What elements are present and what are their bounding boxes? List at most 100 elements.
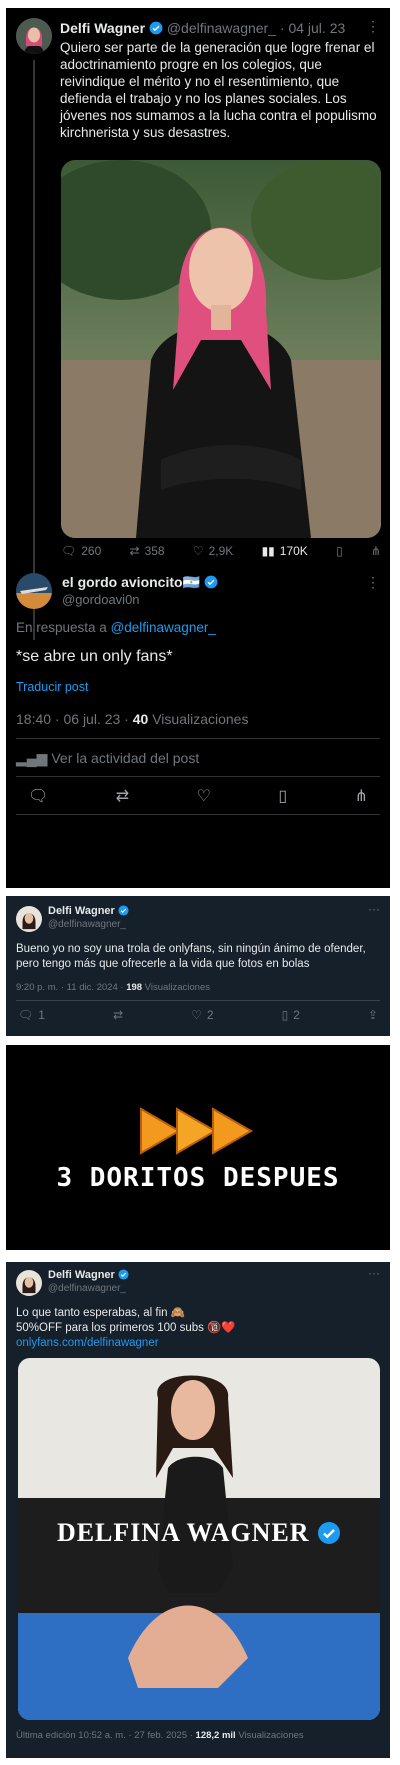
action-bar: 🗨 1 ⇄ ♡ 2 ▯ 2 ⇪ [18, 1008, 378, 1022]
overlay-name-text: DELFINA WAGNER [56, 1518, 310, 1547]
avatar[interactable] [16, 1270, 42, 1296]
divider [16, 1000, 380, 1001]
bookmark-button[interactable]: ▯ 2 [282, 1008, 300, 1022]
reply-icon[interactable]: 🗨 [28, 786, 48, 806]
avatar-image [16, 18, 52, 54]
bookmark-icon: ▯ [336, 544, 343, 558]
in-reply-prefix: En respuesta a [16, 620, 111, 635]
views-label: Visualizaciones [142, 982, 210, 993]
mention-link[interactable]: @delfinawagner_ [111, 620, 216, 635]
display-name[interactable]: Delfi Wagner [48, 1269, 115, 1281]
share-icon[interactable]: ⋔ [355, 786, 368, 806]
reply-button[interactable]: 🗨 260 [61, 544, 101, 558]
reply-count: 260 [81, 544, 102, 558]
avatar-image [16, 573, 52, 609]
post-time[interactable]: 18:40 · 06 jul. 23 · [16, 711, 133, 727]
post-timestamp: 18:40 · 06 jul. 23 · 40 Visualizaciones [16, 711, 248, 727]
divider [16, 738, 380, 739]
reply-count: 1 [38, 1008, 45, 1022]
avatar[interactable] [16, 573, 52, 609]
handle[interactable]: @delfinawagner_ [167, 20, 276, 36]
tweet-header: Delfi Wagner [48, 905, 129, 917]
verified-badge-icon [118, 1269, 129, 1280]
views-count: 128,2 mil [195, 1730, 236, 1741]
activity-icon: ▂▄▆ [16, 750, 48, 766]
heart-icon: ♡ [191, 1008, 202, 1022]
display-name[interactable]: Delfi Wagner [48, 905, 115, 917]
avatar[interactable] [16, 906, 42, 932]
display-name[interactable]: Delfi Wagner [60, 20, 145, 36]
post-text: Bueno yo no soy una trola de onlyfans, s… [16, 943, 366, 970]
like-button[interactable]: ♡ 2 [191, 1008, 213, 1022]
reply-header: el gordo avioncito🇦🇷 [62, 574, 218, 591]
onlyfans-link[interactable]: onlyfans.com/delfinawagner [16, 1336, 236, 1351]
handle[interactable]: @delfinawagner_ [48, 919, 126, 930]
like-button[interactable]: ♡ 2,9K [193, 544, 233, 558]
reply-text: *se abre un only fans* [16, 648, 173, 665]
more-options-icon[interactable]: ··· [368, 902, 380, 916]
views-count: 198 [126, 982, 143, 993]
bookmark-count: 2 [293, 1008, 300, 1022]
reply-icon: 🗨 [61, 544, 77, 558]
meme-card: 3 DORITOS DESPUES [6, 1045, 390, 1250]
views-count: 40 [132, 711, 149, 727]
share-button[interactable]: ⋔ [371, 544, 381, 558]
doritos-arrows-image [140, 1107, 253, 1155]
views-label: Visualizaciones [148, 711, 249, 727]
avatar[interactable] [16, 18, 52, 54]
verified-badge-icon [118, 905, 129, 916]
edit-meta[interactable]: Última edición 10:52 a. m. · 27 feb. 202… [16, 1730, 196, 1741]
repost-icon: ⇄ [129, 544, 140, 558]
more-options-icon[interactable]: ··· [368, 1266, 380, 1280]
repost-count: 358 [144, 544, 165, 558]
divider [16, 814, 380, 815]
bookmark-button[interactable]: ▯ [336, 544, 343, 558]
handle[interactable]: @delfinawagner_ [48, 1283, 126, 1294]
reply-button[interactable]: 🗨 1 [18, 1008, 45, 1022]
bar-chart-icon: ▮▮ [261, 544, 275, 558]
divider [16, 776, 380, 777]
heart-icon[interactable]: ♡ [197, 786, 211, 806]
in-reply-to: En respuesta a @delfinawagner_ [16, 620, 216, 635]
post-text: Quiero ser parte de la generación que lo… [60, 40, 377, 140]
translate-link[interactable]: Traducir post [16, 680, 88, 694]
repost-button[interactable]: ⇄ [113, 1008, 123, 1022]
photo-overlay-name: DELFINA WAGNER [18, 1518, 380, 1548]
post-time[interactable]: 9:20 p. m. · 11 dic. 2024 · [16, 982, 126, 993]
bookmark-icon[interactable]: ▯ [278, 786, 287, 806]
post-photo[interactable] [61, 160, 381, 538]
tweet-header: Delfi Wagner @delfinawagner_ · 04 jul. 2… [60, 20, 345, 36]
repost-icon[interactable]: ⇄ [116, 786, 129, 806]
repost-icon: ⇄ [112, 1008, 124, 1022]
verified-badge-icon [149, 21, 163, 35]
action-bar: 🗨 ⇄ ♡ ▯ ⋔ [28, 786, 368, 806]
display-name[interactable]: el gordo avioncito [62, 574, 183, 590]
handle[interactable]: @gordoavi0n [62, 592, 140, 607]
verified-badge-icon [318, 1522, 341, 1544]
like-count: 2,9K [208, 544, 234, 558]
tweet-screenshot: Delfi Wagner @delfinawagner_ ··· Lo que … [6, 1262, 390, 1758]
flag-icon: 🇦🇷 [182, 574, 201, 590]
views-button[interactable]: ▮▮ 170K [262, 544, 308, 558]
bookmark-icon: ▯ [281, 1008, 289, 1022]
thread-line [33, 60, 35, 640]
share-icon: ⇪ [367, 1008, 378, 1022]
post-text: Lo que tanto esperabas, al fin 🙈 50%OFF … [16, 1306, 236, 1351]
like-count: 2 [206, 1008, 214, 1022]
heart-icon: ♡ [192, 544, 204, 558]
more-options-icon[interactable]: ⋮ [366, 574, 380, 591]
post-activity-link[interactable]: ▂▄▆ Ver la actividad del post [16, 750, 199, 767]
share-button[interactable]: ⇪ [368, 1008, 378, 1022]
tweet-header: Delfi Wagner [48, 1269, 129, 1281]
share-icon: ⋔ [370, 544, 381, 558]
more-options-icon[interactable]: ⋮ [366, 18, 380, 35]
reply-icon: 🗨 [18, 1008, 34, 1022]
action-bar: 🗨 260 ⇄ 358 ♡ 2,9K ▮▮ 170K ▯ ⋔ [61, 544, 381, 558]
post-date[interactable]: · 04 jul. 23 [280, 20, 345, 36]
post-photo[interactable]: DELFINA WAGNER [18, 1358, 380, 1720]
post-timestamp: 9:20 p. m. · 11 dic. 2024 · 198 Visualiz… [16, 982, 210, 993]
woman-portrait-image [61, 160, 381, 538]
view-count: 170K [279, 544, 308, 558]
repost-button[interactable]: ⇄ 358 [130, 544, 165, 558]
meme-caption: 3 DORITOS DESPUES [56, 1163, 340, 1193]
